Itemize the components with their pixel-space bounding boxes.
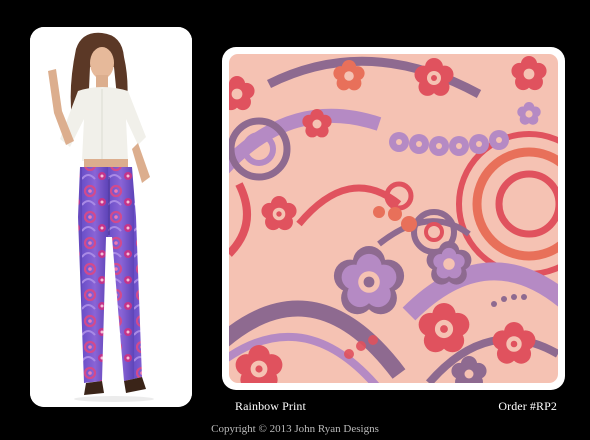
product-name: Rainbow Print: [235, 399, 306, 413]
copyright-text: Copyright © 2013 John Ryan Designs: [211, 423, 379, 435]
model-photo: [30, 27, 192, 407]
fabric-swatch: [229, 54, 558, 383]
order-number: Order #RP2: [498, 399, 557, 413]
fabric-swatch-card[interactable]: [222, 47, 565, 390]
model-photo-card[interactable]: [30, 27, 192, 407]
